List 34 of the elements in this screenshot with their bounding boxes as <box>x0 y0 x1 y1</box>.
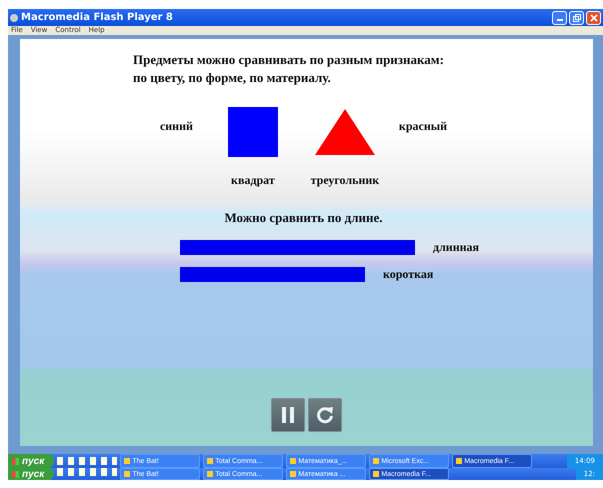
length-heading: Можно сравнить по длине. <box>224 210 383 226</box>
shape-name: квадрат <box>231 173 275 188</box>
minimize-button[interactable] <box>552 10 567 24</box>
app-icon <box>290 458 296 464</box>
close-icon <box>590 14 598 22</box>
app-icon <box>207 458 214 464</box>
intro-text: Предметы можно сравнивать по разным признакам: <box>133 51 444 69</box>
bar-label: короткая <box>383 267 434 282</box>
app-icon <box>456 458 462 464</box>
app-icon <box>290 471 296 477</box>
color-label: синий <box>160 119 193 134</box>
pause-button[interactable] <box>271 398 305 432</box>
app-icon <box>10 14 18 22</box>
start-button[interactable]: пуск <box>8 468 54 480</box>
app-icon <box>373 471 380 477</box>
quick-launch-icons[interactable] <box>57 468 118 476</box>
app-icon <box>124 458 130 464</box>
minimize-icon <box>556 19 562 21</box>
restore-icon <box>572 14 580 22</box>
intro-text: по цвету, по форме, по материалу. <box>133 69 332 87</box>
app-icon <box>373 458 380 464</box>
window-title: Macromedia Flash Player 8 <box>21 12 174 23</box>
bar-label: длинная <box>433 240 480 255</box>
start-button[interactable]: пуск <box>8 454 54 468</box>
color-label: красный <box>398 119 448 134</box>
app-icon <box>207 471 214 477</box>
restore-button[interactable] <box>569 10 584 24</box>
pause-icon <box>280 405 296 425</box>
close-button[interactable] <box>586 10 601 24</box>
shape-name: треугольник <box>310 173 380 188</box>
replay-icon <box>315 405 335 425</box>
quick-launch-icons[interactable] <box>57 457 118 465</box>
app-icon <box>124 471 130 477</box>
replay-button[interactable] <box>308 398 342 432</box>
